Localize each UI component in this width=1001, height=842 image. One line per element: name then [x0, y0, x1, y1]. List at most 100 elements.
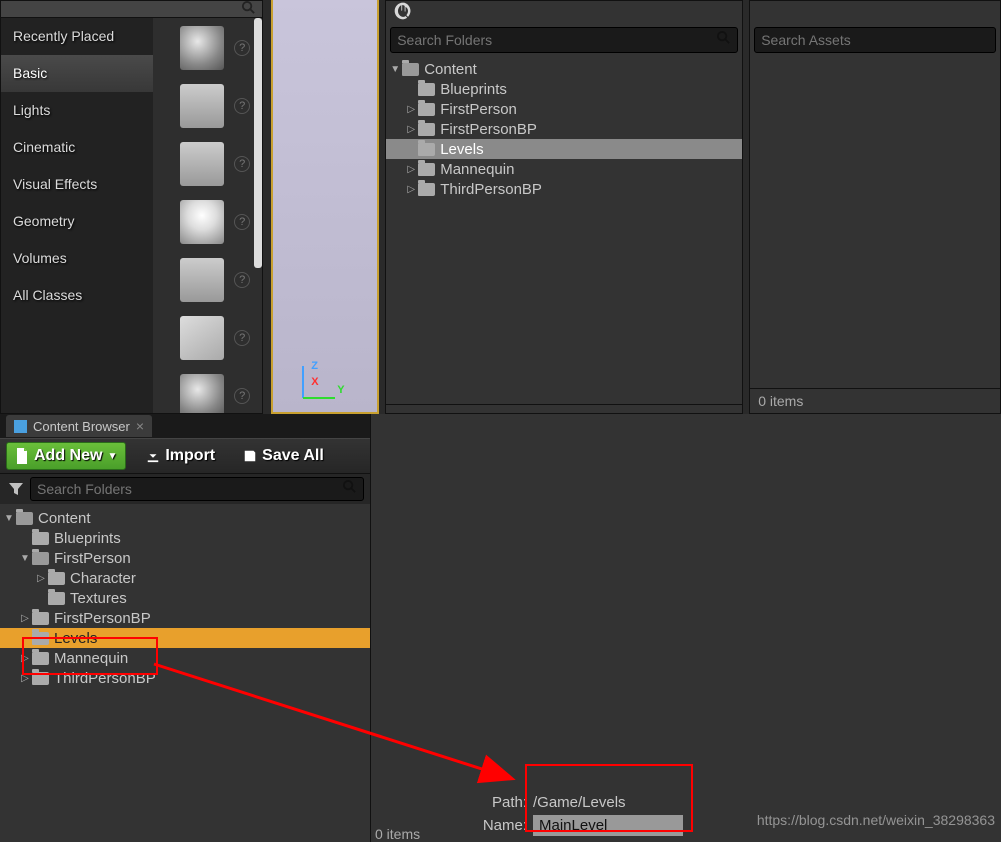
name-label: Name:	[471, 817, 527, 834]
tree-row-thirdpersonbp[interactable]: ▷ ThirdPersonBP	[0, 668, 370, 688]
search-icon	[342, 479, 357, 499]
expander-icon[interactable]: ▷	[406, 104, 416, 115]
tree-row-firstperson[interactable]: ▼ FirstPerson	[0, 548, 370, 568]
actor-character-icon[interactable]	[180, 84, 224, 128]
scrollbar-thumb[interactable]	[254, 18, 262, 268]
path-label: Path:	[471, 794, 527, 811]
tree-row-levels[interactable]: Levels	[0, 628, 370, 648]
help-icon[interactable]: ?	[234, 214, 250, 230]
tree-label: Mannequin	[54, 650, 128, 667]
add-new-button[interactable]: Add New ▼	[6, 442, 126, 470]
cb-search-input[interactable]	[37, 481, 342, 497]
tree-label: FirstPersonBP	[440, 121, 537, 138]
expander-icon[interactable]: ▷	[20, 673, 30, 684]
expander-icon[interactable]: ▼	[4, 513, 14, 524]
tree-row-textures[interactable]: Textures	[0, 588, 370, 608]
folder-tree[interactable]: ▼ContentBlueprints ▷ FirstPerson ▷ FirstPers…	[386, 57, 742, 404]
axis-x-label: X	[311, 376, 318, 388]
folder-icon	[32, 552, 49, 565]
category-visual-effects[interactable]: Visual Effects	[1, 166, 153, 203]
expander-icon[interactable]: ▷	[406, 164, 416, 175]
search-folders-box[interactable]	[390, 27, 738, 53]
tab-content-browser[interactable]: Content Browser ×	[6, 415, 152, 437]
search-assets-input[interactable]	[761, 32, 989, 48]
save-all-label: Save All	[262, 447, 324, 465]
category-basic[interactable]: Basic	[1, 55, 153, 92]
tree-label: Blueprints	[54, 530, 121, 547]
folder-icon	[402, 63, 419, 76]
tree-row-thirdpersonbp[interactable]: ▷ThirdPersonBP	[386, 179, 742, 199]
tree-row-firstperson[interactable]: ▷ FirstPerson	[386, 99, 742, 119]
expander-icon[interactable]: ▷	[20, 613, 30, 624]
tree-label: ThirdPersonBP	[54, 670, 156, 687]
tree-row-blueprints[interactable]: Blueprints	[386, 79, 742, 99]
folder-icon	[418, 83, 435, 96]
close-icon[interactable]: ×	[136, 418, 144, 434]
search-assets-box[interactable]	[754, 27, 996, 53]
folder-icon	[418, 163, 435, 176]
category-list: Recently Placed Basic Lights Cinematic V…	[1, 18, 153, 413]
category-volumes[interactable]: Volumes	[1, 240, 153, 277]
actor-sphere2-icon[interactable]	[180, 374, 224, 413]
items-count: 0 items	[750, 388, 1000, 413]
tab-bar: Content Browser ×	[0, 414, 370, 438]
category-geometry[interactable]: Geometry	[1, 203, 153, 240]
tree-row-levels[interactable]: Levels	[386, 139, 742, 159]
actor-light-icon[interactable]	[180, 200, 224, 244]
tree-row-content[interactable]: ▼Content	[0, 508, 370, 528]
watermark-text: https://blog.csdn.net/weixin_38298363	[757, 812, 995, 828]
folder-icon	[16, 512, 33, 525]
placement-search-bar[interactable]	[1, 1, 262, 18]
asset-panel: 0 items	[749, 0, 1001, 414]
placement-thumbs: ? ? ? ? ? ? ?	[153, 18, 262, 413]
tree-label: FirstPersonBP	[54, 610, 151, 627]
expander-icon[interactable]: ▼	[20, 553, 30, 564]
tree-row-content[interactable]: ▼Content	[386, 59, 742, 79]
category-cinematic[interactable]: Cinematic	[1, 129, 153, 166]
tree-row-mannequin[interactable]: ▷ Mannequin	[0, 648, 370, 668]
items-count	[386, 404, 742, 413]
viewport[interactable]: Z X Y	[271, 0, 379, 414]
save-icon	[243, 448, 257, 464]
tree-row-mannequin[interactable]: ▷ Mannequin	[386, 159, 742, 179]
category-all-classes[interactable]: All Classes	[1, 277, 153, 314]
expander-icon[interactable]: ▷	[20, 653, 30, 664]
expander-icon[interactable]: ▷	[36, 573, 46, 584]
cb-search-box[interactable]	[30, 477, 364, 501]
actor-cube-icon[interactable]	[180, 316, 224, 360]
actor-flag-icon[interactable]	[180, 258, 224, 302]
search-folders-input[interactable]	[397, 32, 716, 48]
help-icon[interactable]: ?	[234, 156, 250, 172]
tree-row-firstpersonbp[interactable]: ▷ FirstPersonBP	[0, 608, 370, 628]
import-icon	[146, 448, 160, 464]
filter-icon[interactable]	[6, 479, 26, 499]
save-all-button[interactable]: Save All	[235, 443, 332, 469]
actor-pawn-icon[interactable]	[180, 142, 224, 186]
folder-icon	[418, 123, 435, 136]
help-icon[interactable]: ?	[234, 40, 250, 56]
folder-panel: ▼ContentBlueprints ▷ FirstPerson ▷ FirstPers…	[385, 0, 743, 414]
tree-row-blueprints[interactable]: Blueprints	[0, 528, 370, 548]
category-lights[interactable]: Lights	[1, 92, 153, 129]
tree-label: Mannequin	[440, 161, 514, 178]
help-icon[interactable]: ?	[234, 98, 250, 114]
category-recently-placed[interactable]: Recently Placed	[1, 18, 153, 55]
help-icon[interactable]: ?	[234, 272, 250, 288]
tree-row-firstpersonbp[interactable]: ▷ FirstPersonBP	[386, 119, 742, 139]
unreal-logo-icon	[386, 1, 742, 23]
expander-icon[interactable]: ▷	[406, 184, 416, 195]
help-icon[interactable]: ?	[234, 330, 250, 346]
tree-label: FirstPerson	[54, 550, 131, 567]
expander-icon[interactable]: ▼	[390, 64, 400, 75]
actor-sphere-icon[interactable]	[180, 26, 224, 70]
content-browser: Content Browser × Add New ▼ Import Save …	[0, 414, 370, 842]
tree-label: FirstPerson	[440, 101, 517, 118]
tree-label: Levels	[54, 630, 97, 647]
tree-row-character[interactable]: ▷Character	[0, 568, 370, 588]
axis-y-label: Y	[337, 384, 344, 396]
cb-folder-tree[interactable]: ▼Content Blueprints ▼ FirstPerson▷Character…	[0, 504, 370, 842]
help-icon[interactable]: ?	[234, 388, 250, 404]
name-input[interactable]	[533, 815, 683, 836]
import-button[interactable]: Import	[138, 443, 223, 469]
expander-icon[interactable]: ▷	[406, 124, 416, 135]
